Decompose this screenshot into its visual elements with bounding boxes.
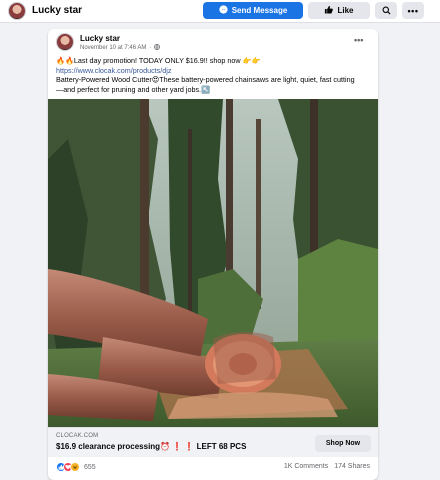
- more-options-button[interactable]: •••: [402, 2, 424, 19]
- send-message-button[interactable]: Send Message: [203, 2, 303, 19]
- comments-count[interactable]: 1K Comments: [284, 463, 328, 470]
- shares-count[interactable]: 174 Shares: [334, 463, 370, 470]
- thumbs-up-icon: [324, 5, 334, 16]
- haha-reaction-icon: [70, 462, 80, 472]
- post-meta: November 10 at 7:46 AM ·: [80, 44, 161, 52]
- search-icon: [382, 2, 391, 20]
- post-timestamp[interactable]: November 10 at 7:46 AM: [80, 45, 146, 51]
- post-text-line1: 🔥🔥Last day promotion! TODAY ONLY $16.9!!…: [56, 56, 261, 65]
- search-button[interactable]: [375, 2, 397, 19]
- reaction-count: 655: [84, 463, 96, 471]
- page-name[interactable]: Lucky star: [32, 5, 82, 16]
- post-author-avatar[interactable]: [56, 33, 74, 51]
- page-avatar[interactable]: [8, 2, 26, 20]
- post-stats: 655 1K Comments 174 Shares: [48, 459, 378, 477]
- post-text-line2: Battery-Powered Wood Cutter😍These batter…: [56, 75, 355, 85]
- like-label: Like: [337, 6, 354, 15]
- post-text: 🔥🔥Last day promotion! TODAY ONLY $16.9!!…: [56, 56, 374, 94]
- reactions-summary[interactable]: 655: [56, 462, 96, 472]
- post-link[interactable]: https://www.clocak.com/products/djz: [56, 66, 171, 75]
- meta-separator: ·: [149, 45, 152, 51]
- post-options-button[interactable]: •••: [354, 35, 363, 45]
- send-message-label: Send Message: [231, 6, 288, 15]
- post-text-line3: —and perfect for pruning and other yard …: [56, 84, 210, 94]
- page-header: Lucky star Send Message Like •••: [0, 0, 440, 23]
- messenger-icon: [219, 5, 228, 16]
- like-page-button[interactable]: Like: [308, 2, 370, 19]
- globe-icon: [154, 44, 161, 52]
- post-author-name[interactable]: Lucky star: [80, 34, 120, 43]
- shop-now-button[interactable]: Shop Now: [315, 435, 371, 452]
- comments-shares: 1K Comments 174 Shares: [284, 463, 370, 470]
- link-title[interactable]: $16.9 clearance processing⏰ ❗ ❗ LEFT 68 …: [56, 442, 246, 451]
- post-card: Lucky star November 10 at 7:46 AM · ••• …: [48, 29, 378, 480]
- link-preview[interactable]: CLOCAK.COM $16.9 clearance processing⏰ ❗…: [48, 427, 378, 457]
- link-domain: CLOCAK.COM: [56, 433, 99, 439]
- post-video[interactable]: [48, 99, 378, 427]
